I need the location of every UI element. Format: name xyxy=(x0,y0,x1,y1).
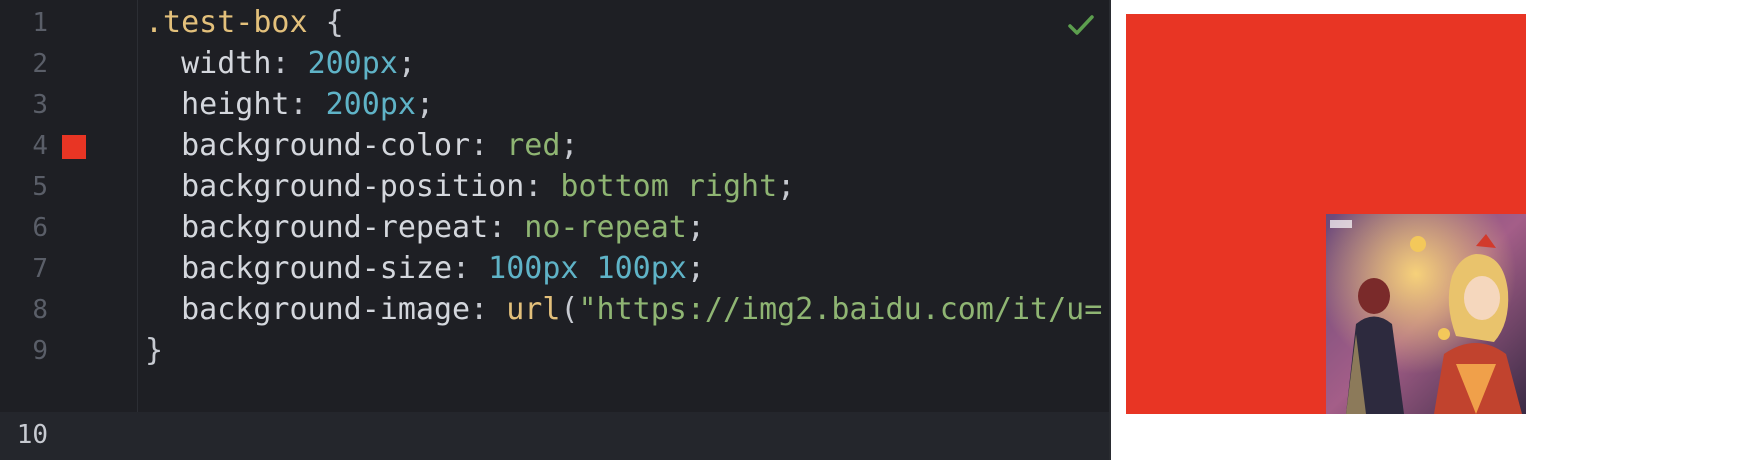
css-string: "https://img2.baidu.com/it/u= xyxy=(578,292,1103,327)
line-number: 8 xyxy=(32,295,48,325)
colon: : xyxy=(470,128,507,163)
check-icon xyxy=(1068,15,1094,35)
code-line[interactable]: 9 } xyxy=(0,328,1109,374)
code-line[interactable]: 1 .test-box { xyxy=(0,0,1109,46)
css-property: height xyxy=(145,87,290,122)
code-line[interactable]: 7 background-size: 100px 100px; xyxy=(0,246,1109,292)
code-text[interactable]: .test-box { xyxy=(145,0,344,46)
code-line[interactable]: 8 background-image: url("https://img2.ba… xyxy=(0,287,1109,333)
semicolon: ; xyxy=(686,210,705,245)
css-value: bottom right xyxy=(560,169,778,204)
colon: : xyxy=(452,251,489,286)
css-property: width xyxy=(145,46,272,81)
code-line[interactable]: 6 background-repeat: no-repeat; xyxy=(0,205,1109,251)
line-number: 5 xyxy=(32,172,48,202)
colon: : xyxy=(289,87,326,122)
css-number: 100 xyxy=(488,251,543,286)
semicolon: ; xyxy=(686,251,705,286)
line-number: 7 xyxy=(32,254,48,284)
code-text[interactable]: background-size: 100px 100px; xyxy=(145,246,705,292)
line-number: 1 xyxy=(32,8,48,38)
brace: } xyxy=(145,333,164,368)
code-line[interactable]: 4 background-color: red; xyxy=(0,123,1109,169)
line-number: 9 xyxy=(32,336,48,366)
css-unit: px xyxy=(379,87,416,122)
css-property: background-position xyxy=(145,169,525,204)
semicolon: ; xyxy=(560,128,579,163)
code-line[interactable]: 3 height: 200px; xyxy=(0,82,1109,128)
css-selector: .test-box xyxy=(145,5,308,40)
line-number: 10 xyxy=(16,420,48,450)
preview-pane xyxy=(1111,0,1744,460)
code-line[interactable]: 2 width: 200px; xyxy=(0,41,1109,87)
css-property: background-color xyxy=(145,128,471,163)
css-number: 200 xyxy=(307,46,362,81)
line-number: 2 xyxy=(32,49,48,79)
semicolon: ; xyxy=(777,169,796,204)
colon: : xyxy=(524,169,561,204)
semicolon: ; xyxy=(397,46,416,81)
css-property: background-repeat xyxy=(145,210,489,245)
code-text[interactable]: width: 200px; xyxy=(145,41,416,87)
line-number: 3 xyxy=(32,90,48,120)
app: 1 .test-box { 2 width: 200px; 3 height: … xyxy=(0,0,1744,460)
css-function: url xyxy=(506,292,561,327)
code-editor[interactable]: 1 .test-box { 2 width: 200px; 3 height: … xyxy=(0,0,1109,460)
semicolon: ; xyxy=(415,87,434,122)
line-number: 6 xyxy=(32,213,48,243)
css-unit: px xyxy=(650,251,687,286)
code-line-active[interactable]: 10 xyxy=(0,412,1109,460)
css-number: 200 xyxy=(325,87,380,122)
code-line[interactable]: 5 background-position: bottom right; xyxy=(0,164,1109,210)
line-number: 4 xyxy=(32,131,48,161)
test-box-preview xyxy=(1126,14,1526,414)
code-text[interactable]: background-color: red; xyxy=(145,123,578,169)
brace: { xyxy=(307,5,344,40)
paren: ( xyxy=(560,292,579,327)
css-property: background-size xyxy=(145,251,453,286)
code-text[interactable]: background-repeat: no-repeat; xyxy=(145,205,705,251)
code-text[interactable]: } xyxy=(145,328,163,374)
css-value: red xyxy=(506,128,561,163)
colon: : xyxy=(271,46,308,81)
css-unit: px xyxy=(542,251,597,286)
code-text[interactable]: height: 200px; xyxy=(145,82,434,128)
code-text[interactable]: background-position: bottom right; xyxy=(145,164,795,210)
css-property: background-image xyxy=(145,292,471,327)
css-value: no-repeat xyxy=(524,210,687,245)
css-number: 100 xyxy=(596,251,651,286)
colon: : xyxy=(470,292,507,327)
color-swatch-icon[interactable] xyxy=(62,135,86,159)
background-image xyxy=(1326,214,1526,414)
css-unit: px xyxy=(361,46,398,81)
colon: : xyxy=(488,210,525,245)
code-text[interactable]: background-image: url("https://img2.baid… xyxy=(145,287,1102,333)
